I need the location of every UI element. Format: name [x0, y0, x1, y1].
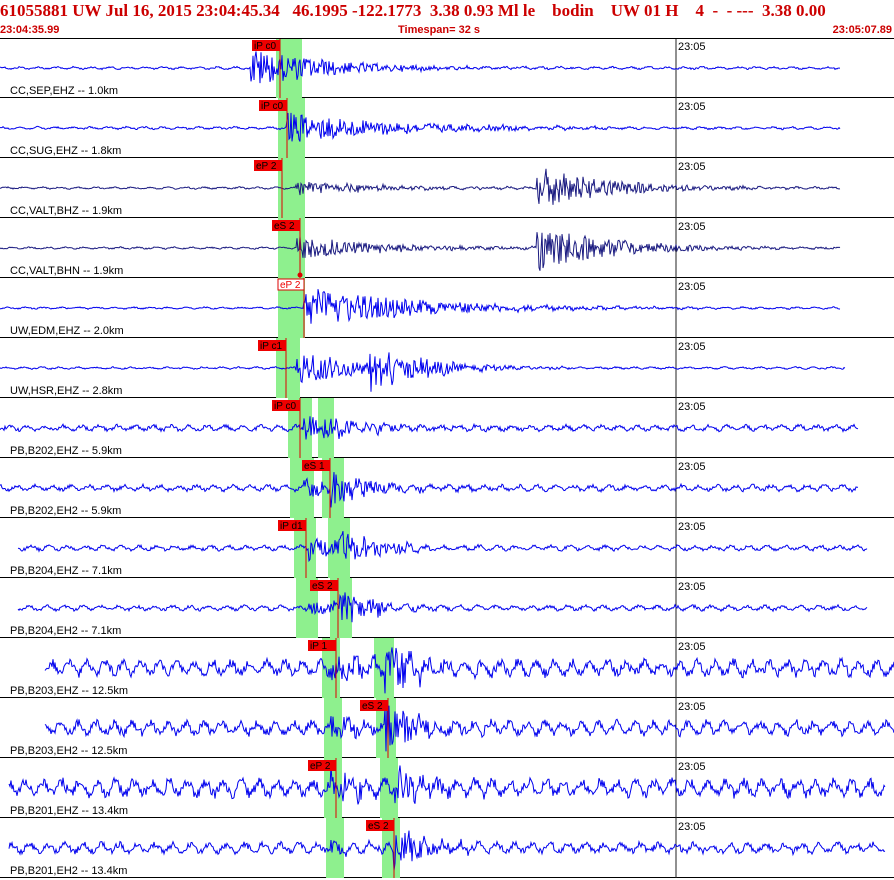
time-label: 23:05: [678, 821, 706, 833]
time-label: 23:05: [678, 41, 706, 53]
timespan-label: Timespan= 32 s: [398, 24, 481, 36]
waveform-trace[interactable]: [0, 112, 841, 142]
time-label: 23:05: [678, 401, 706, 413]
station-label: PB,B202,EH2 -- 5.9km: [10, 505, 121, 517]
station-label: CC,SEP,EHZ -- 1.0km: [10, 85, 118, 97]
station-label: PB,B203,EHZ -- 12.5km: [10, 685, 128, 697]
waveform-trace[interactable]: [0, 232, 841, 271]
time-label: 23:05: [678, 341, 706, 353]
waveform-trace[interactable]: [0, 168, 841, 205]
pick-label[interactable]: eP 2: [280, 280, 301, 291]
pick-window-s: [374, 638, 394, 698]
waveform-trace[interactable]: [8, 830, 886, 871]
pick-label[interactable]: eS 2: [274, 221, 295, 232]
time-label: 23:05: [678, 641, 706, 653]
time-label: 23:05: [678, 161, 706, 173]
pick-label[interactable]: iP c0: [261, 101, 283, 112]
waveform-trace[interactable]: [8, 765, 886, 805]
waveform-trace[interactable]: [0, 51, 840, 84]
pick-window: [326, 818, 344, 878]
waveform-trace[interactable]: [0, 472, 859, 508]
event-header: 61055881 UW Jul 16, 2015 23:04:45.34 46.…: [0, 0, 894, 38]
waveform-trace[interactable]: [0, 352, 846, 392]
pick-label[interactable]: iP c0: [254, 41, 276, 52]
waveform-trace[interactable]: [0, 416, 859, 440]
time-label: 23:05: [678, 101, 706, 113]
time-label: 23:05: [678, 761, 706, 773]
time-label: 23:05: [678, 701, 706, 713]
time-label: 23:05: [678, 281, 706, 293]
station-label: PB,B202,EHZ -- 5.9km: [10, 445, 122, 457]
pick-label[interactable]: iP c1: [260, 341, 282, 352]
time-label: 23:05: [678, 221, 706, 233]
time-label: 23:05: [678, 461, 706, 473]
station-label: UW,HSR,EHZ -- 2.8km: [10, 385, 122, 397]
waveform-trace[interactable]: [44, 647, 894, 694]
pick-dot: [297, 272, 303, 278]
station-label: CC,VALT,BHN -- 1.9km: [10, 265, 123, 277]
pick-label[interactable]: iP d1: [280, 521, 303, 532]
pick-label[interactable]: eS 2: [368, 821, 389, 832]
waveform-trace[interactable]: [17, 592, 868, 623]
event-title: 61055881 UW Jul 16, 2015 23:04:45.34 46.…: [0, 1, 826, 20]
waveform-trace[interactable]: [0, 289, 841, 324]
pick-label[interactable]: iP c0: [274, 401, 296, 412]
station-label: PB,B203,EH2 -- 12.5km: [10, 745, 127, 757]
seismogram-panel[interactable]: 23:05 iP c0 CC,SEP,EHZ -- 1.0km 23:05 iP c0 C…: [0, 38, 894, 880]
pick-label[interactable]: eS 1: [304, 461, 325, 472]
pick-label[interactable]: iP 1: [310, 641, 327, 652]
waveform-trace[interactable]: [44, 705, 894, 752]
pick-label[interactable]: eS 2: [312, 581, 333, 592]
station-label: CC,SUG,EHZ -- 1.8km: [10, 145, 121, 157]
start-time: 23:04:35.99: [0, 24, 60, 36]
waveform-trace[interactable]: [17, 530, 868, 563]
station-label: PB,B204,EH2 -- 7.1km: [10, 625, 121, 637]
end-time: 23:05:07.89: [832, 24, 892, 36]
pick-label[interactable]: eS 2: [362, 701, 383, 712]
station-label: PB,B204,EHZ -- 7.1km: [10, 565, 122, 577]
station-label: PB,B201,EHZ -- 13.4km: [10, 805, 128, 817]
time-label: 23:05: [678, 521, 706, 533]
station-label: CC,VALT,BHZ -- 1.9km: [10, 205, 122, 217]
pick-label[interactable]: eP 2: [256, 161, 277, 172]
pick-label[interactable]: eP 2: [310, 761, 331, 772]
time-label: 23:05: [678, 581, 706, 593]
station-label: UW,EDM,EHZ -- 2.0km: [10, 325, 124, 337]
station-label: PB,B201,EH2 -- 13.4km: [10, 865, 127, 877]
